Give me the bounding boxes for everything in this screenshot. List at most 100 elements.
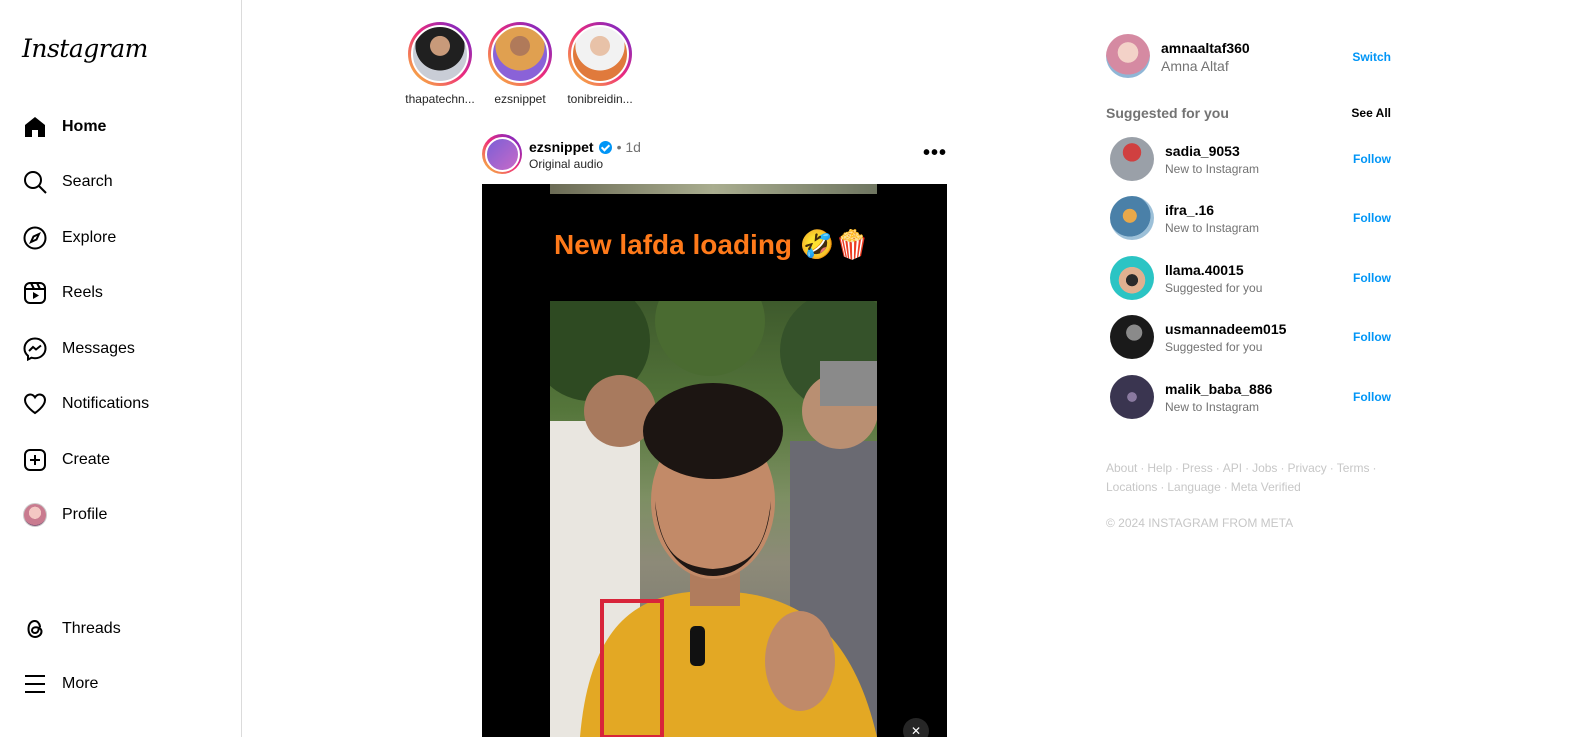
plus-square-icon <box>22 447 48 473</box>
suggestion-reason: Suggested for you <box>1165 340 1263 354</box>
sidebar-item-label: Threads <box>62 620 121 637</box>
footer-link-meta-verified[interactable]: Meta Verified <box>1231 480 1301 494</box>
hamburger-icon <box>22 671 48 697</box>
follow-button[interactable]: Follow <box>1353 390 1391 404</box>
footer-link-terms[interactable]: Terms <box>1337 461 1370 475</box>
sidebar-item-label: Notifications <box>62 395 150 412</box>
footer-links: About · Help · Press · API · Jobs · Privacy · Terms ·… <box>1106 461 1377 494</box>
story-avatar <box>571 25 629 83</box>
suggestion-item: ifra_.16 New to Instagram Follow <box>1110 196 1391 240</box>
sidebar-item-label: Create <box>62 451 111 468</box>
heart-icon <box>22 391 48 417</box>
current-username[interactable]: amnaaltaf360 <box>1161 40 1250 56</box>
home-icon <box>22 114 48 140</box>
profile-avatar <box>23 503 47 527</box>
sidebar-item-label: Profile <box>62 506 108 523</box>
current-user-avatar[interactable] <box>1106 34 1150 78</box>
story-avatar <box>491 25 549 83</box>
suggestion-reason: New to Instagram <box>1165 221 1260 235</box>
video-frame-illustration <box>550 301 877 737</box>
sidebar-item-home[interactable]: Home <box>22 112 106 142</box>
suggestion-username[interactable]: ifra_.16 <box>1165 202 1214 218</box>
suggestion-reason: Suggested for you <box>1165 281 1263 295</box>
story-item[interactable]: thapatechn... <box>400 22 480 106</box>
more-options-icon[interactable]: ••• <box>923 142 947 165</box>
sidebar-item-notifications[interactable]: Notifications <box>22 389 149 419</box>
mute-toggle-icon[interactable]: ✕ <box>903 718 929 737</box>
suggestion-avatar[interactable] <box>1110 315 1154 359</box>
suggestion-avatar[interactable] <box>1110 196 1154 240</box>
footer-link-privacy[interactable]: Privacy <box>1287 461 1326 475</box>
footer-link-jobs[interactable]: Jobs <box>1252 461 1277 475</box>
sidebar-item-label: Search <box>62 173 113 190</box>
follow-button[interactable]: Follow <box>1353 152 1391 166</box>
switch-account-button[interactable]: Switch <box>1352 50 1391 64</box>
post-time: • 1d <box>616 139 641 155</box>
messenger-icon <box>22 336 48 362</box>
post-avatar <box>484 136 520 172</box>
suggestion-avatar[interactable] <box>1110 137 1154 181</box>
threads-icon <box>22 616 48 642</box>
post-avatar-ring[interactable] <box>482 134 522 174</box>
sidebar-item-search[interactable]: Search <box>22 167 113 197</box>
verified-badge-icon <box>598 140 612 154</box>
sidebar-item-label: Messages <box>62 340 135 357</box>
sidebar-item-create[interactable]: Create <box>22 445 110 475</box>
suggestion-avatar[interactable] <box>1110 256 1154 300</box>
sidebar-item-threads[interactable]: Threads <box>22 614 121 644</box>
story-username: tonibreidin... <box>567 92 633 106</box>
sidebar-item-explore[interactable]: Explore <box>22 223 116 253</box>
post-media[interactable]: New lafda loading 🤣🍿 ✕ <box>482 184 947 737</box>
video-top-strip <box>550 184 877 194</box>
sidebar-item-profile[interactable]: Profile <box>22 500 107 530</box>
story-item[interactable]: tonibreidin... <box>560 22 640 106</box>
suggestion-item: malik_baba_886 New to Instagram Follow <box>1110 375 1391 419</box>
suggestion-reason: New to Instagram <box>1165 400 1260 414</box>
footer-link-locations[interactable]: Locations <box>1106 480 1157 494</box>
suggestions-header: Suggested for you See All <box>1106 105 1391 121</box>
sidebar-item-label: Explore <box>62 229 117 246</box>
compass-icon <box>22 225 48 251</box>
search-icon <box>22 169 48 195</box>
sidebar-item-reels[interactable]: Reels <box>22 278 103 308</box>
story-avatar <box>411 25 469 83</box>
instagram-logo[interactable]: Instagram <box>22 34 148 63</box>
sidebar-item-messages[interactable]: Messages <box>22 334 135 364</box>
stories-tray: thapatechn... ezsnippet tonibreidin... <box>400 22 640 106</box>
see-all-button[interactable]: See All <box>1351 106 1391 120</box>
video-caption-overlay: New lafda loading 🤣🍿 <box>554 229 870 260</box>
follow-button[interactable]: Follow <box>1353 271 1391 285</box>
copyright: © 2024 INSTAGRAM FROM META <box>1106 516 1294 530</box>
suggestions-title: Suggested for you <box>1106 105 1229 121</box>
footer-link-api[interactable]: API <box>1223 461 1242 475</box>
suggestion-item: llama.40015 Suggested for you Follow <box>1110 256 1391 300</box>
follow-button[interactable]: Follow <box>1353 330 1391 344</box>
post-audio[interactable]: Original audio <box>529 157 603 171</box>
sidebar-item-more[interactable]: More <box>22 669 98 699</box>
current-fullname: Amna Altaf <box>1161 58 1229 74</box>
suggestion-item: usmannadeem015 Suggested for you Follow <box>1110 315 1391 359</box>
footer-link-help[interactable]: Help <box>1147 461 1172 475</box>
suggestion-username[interactable]: malik_baba_886 <box>1165 381 1272 397</box>
video-frame <box>550 301 877 737</box>
suggestion-username[interactable]: llama.40015 <box>1165 262 1244 278</box>
suggestion-reason: New to Instagram <box>1165 162 1260 176</box>
post-header: ezsnippet • 1d Original audio ••• <box>482 134 947 176</box>
follow-button[interactable]: Follow <box>1353 211 1391 225</box>
reels-icon <box>22 280 48 306</box>
suggestion-username[interactable]: usmannadeem015 <box>1165 321 1286 337</box>
suggestion-avatar[interactable] <box>1110 375 1154 419</box>
suggestion-username[interactable]: sadia_9053 <box>1165 143 1240 159</box>
story-username: ezsnippet <box>494 92 546 106</box>
story-item[interactable]: ezsnippet <box>480 22 560 106</box>
post-username[interactable]: ezsnippet <box>529 139 594 155</box>
sidebar-item-label: More <box>62 675 99 692</box>
sidebar-item-label: Home <box>62 118 107 135</box>
footer-link-press[interactable]: Press <box>1182 461 1213 475</box>
current-account: amnaaltaf360 Amna Altaf Switch <box>1106 34 1391 78</box>
footer-link-language[interactable]: Language <box>1167 480 1220 494</box>
suggestion-item: sadia_9053 New to Instagram Follow <box>1110 137 1391 181</box>
sidebar: Instagram Home Search Explore Reels Mess… <box>0 0 242 737</box>
footer-link-about[interactable]: About <box>1106 461 1137 475</box>
story-username: thapatechn... <box>405 92 475 106</box>
